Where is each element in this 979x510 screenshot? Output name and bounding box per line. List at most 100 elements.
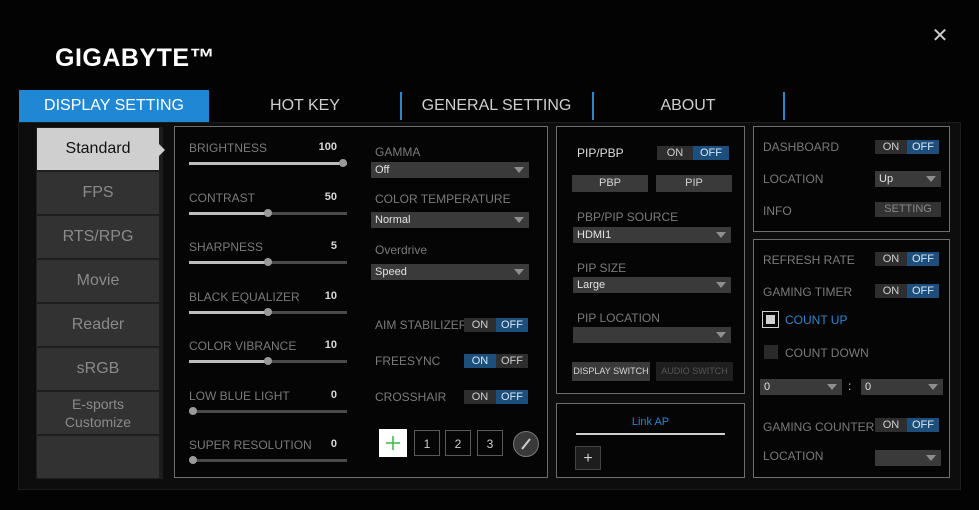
audio-switch-button[interactable]: AUDIO SWITCH [656, 362, 733, 381]
time-separator: : [848, 379, 852, 393]
slider-label: SUPER RESOLUTION [189, 438, 312, 452]
timer-seconds-value: 0 [865, 381, 872, 393]
tab-general-setting[interactable]: GENERAL SETTING [405, 90, 588, 122]
slider-value: 100 [318, 141, 337, 153]
pbp-pip-source-label: PBP/PIP SOURCE [577, 210, 679, 224]
tab-display-setting[interactable]: DISPLAY SETTING [19, 90, 209, 122]
dashboard-toggle[interactable]: ON OFF [875, 140, 939, 154]
gaming-timer-toggle[interactable]: ON OFF [875, 284, 939, 298]
pbp-button[interactable]: PBP [572, 175, 648, 192]
aim-stabilizer-toggle[interactable]: ON OFF [464, 318, 528, 332]
dashboard-location-label: LOCATION [763, 172, 824, 186]
crosshair-toggle[interactable]: ON OFF [464, 390, 528, 404]
pencil-icon[interactable] [513, 431, 539, 457]
pip-pbp-toggle[interactable]: ON OFF [657, 146, 729, 160]
pip-size-label: PIP SIZE [577, 261, 627, 275]
slider-knob[interactable] [264, 208, 272, 217]
gaming-location-dropdown[interactable] [875, 450, 941, 466]
chevron-down-icon [514, 167, 524, 173]
aim-stabilizer-label: AIM STABILIZER [375, 318, 468, 332]
timer-minutes-value: 0 [764, 381, 771, 393]
slider-track[interactable] [189, 162, 347, 165]
pip-button[interactable]: PIP [656, 175, 732, 192]
gaming-counter-toggle[interactable]: ON OFF [875, 418, 939, 432]
gamma-dropdown[interactable]: Off [371, 162, 529, 178]
slider-fill [189, 211, 268, 215]
color-temperature-value: Normal [375, 214, 411, 226]
close-icon[interactable]: ✕ [929, 26, 951, 48]
overdrive-dropdown[interactable]: Speed [371, 264, 529, 280]
pip-location-dropdown[interactable] [573, 327, 731, 343]
overdrive-value: Speed [375, 266, 407, 278]
slider-knob[interactable] [189, 406, 197, 415]
chevron-down-icon [716, 282, 726, 288]
tab-hot-key[interactable]: HOT KEY [220, 90, 390, 122]
count-down-label: COUNT DOWN [785, 346, 869, 360]
timer-minutes-dropdown[interactable]: 0 [760, 379, 842, 395]
slider-fill [189, 162, 347, 165]
pip-size-dropdown[interactable]: Large [573, 277, 731, 293]
chevron-down-icon [514, 217, 524, 223]
slider-knob[interactable] [189, 456, 197, 464]
slider-value: 5 [330, 240, 337, 252]
freesync-toggle[interactable]: ON OFF [464, 354, 528, 368]
chevron-down-icon [926, 176, 936, 182]
gaming-location-label: LOCATION [763, 449, 824, 463]
tab-about[interactable]: ABOUT [598, 90, 778, 122]
pip-location-label: PIP LOCATION [577, 311, 660, 325]
color-temperature-dropdown[interactable]: Normal [371, 212, 529, 228]
freesync-label: FREESYNC [375, 354, 441, 368]
dashboard-location-dropdown[interactable]: Up [875, 171, 941, 187]
slider-label: CONTRAST [189, 190, 255, 205]
slider-knob[interactable] [264, 258, 272, 266]
slider-label: COLOR VIBRANCE [189, 339, 297, 353]
mode-srgb[interactable]: sRGB [37, 348, 159, 390]
add-app-button[interactable]: + [575, 446, 601, 470]
pip-size-value: Large [577, 279, 606, 291]
mode-rts-rpg[interactable]: RTS/RPG [37, 216, 159, 258]
count-up-checkbox[interactable] [762, 311, 779, 328]
count-down-checkbox[interactable] [764, 345, 778, 359]
chevron-down-icon [827, 384, 837, 390]
chevron-down-icon [926, 455, 936, 461]
color-temperature-label: COLOR TEMPERATURE [375, 192, 511, 206]
slider-track[interactable] [189, 459, 347, 462]
slider-knob[interactable] [264, 357, 272, 365]
info-setting-button[interactable]: SETTING [875, 202, 941, 217]
mode-movie[interactable]: Movie [37, 260, 159, 302]
tab-divider [592, 92, 594, 120]
link-ap-underline [576, 433, 725, 435]
slider-label: BLACK EQUALIZER [189, 289, 300, 304]
slider-value: 0 [330, 438, 337, 450]
crosshair-style-1[interactable]: 1 [414, 430, 440, 456]
pbp-pip-source-value: HDMI1 [577, 229, 612, 241]
chevron-down-icon [928, 384, 938, 390]
mode-standard[interactable]: Standard [37, 128, 159, 170]
chevron-down-icon [716, 232, 726, 238]
timer-seconds-dropdown[interactable]: 0 [861, 379, 943, 395]
mode-empty-slot [37, 436, 159, 478]
mode-esports-customize[interactable]: E-sports Customize [37, 392, 159, 434]
crosshair-style-plus[interactable] [379, 429, 407, 457]
slider-knob[interactable] [264, 307, 272, 316]
crosshair-style-3[interactable]: 3 [477, 430, 503, 456]
slider-knob[interactable] [339, 159, 347, 167]
display-switch-button[interactable]: DISPLAY SWITCH [572, 362, 650, 381]
mode-fps[interactable]: FPS [37, 172, 159, 214]
count-up-label: COUNT UP [785, 313, 848, 327]
slider-label: LOW BLUE LIGHT [189, 388, 290, 403]
slider-fill [189, 360, 268, 363]
crosshair-style-2[interactable]: 2 [445, 430, 471, 456]
info-label: INFO [763, 204, 792, 218]
slider-track[interactable] [189, 409, 347, 413]
slider-value: 10 [324, 339, 337, 351]
slider-label: BRIGHTNESS [189, 141, 268, 155]
slider-value: 0 [330, 388, 337, 401]
pbp-pip-source-dropdown[interactable]: HDMI1 [573, 227, 731, 243]
mode-reader[interactable]: Reader [37, 304, 159, 346]
slider-fill [189, 261, 268, 264]
refresh-rate-toggle[interactable]: ON OFF [875, 252, 939, 266]
link-ap-link[interactable]: Link AP [576, 416, 725, 428]
overdrive-label: Overdrive [375, 243, 428, 257]
osd-sidekick-window: GIGABYTE™ ✕ DISPLAY SETTING HOT KEY GENE… [0, 0, 979, 510]
